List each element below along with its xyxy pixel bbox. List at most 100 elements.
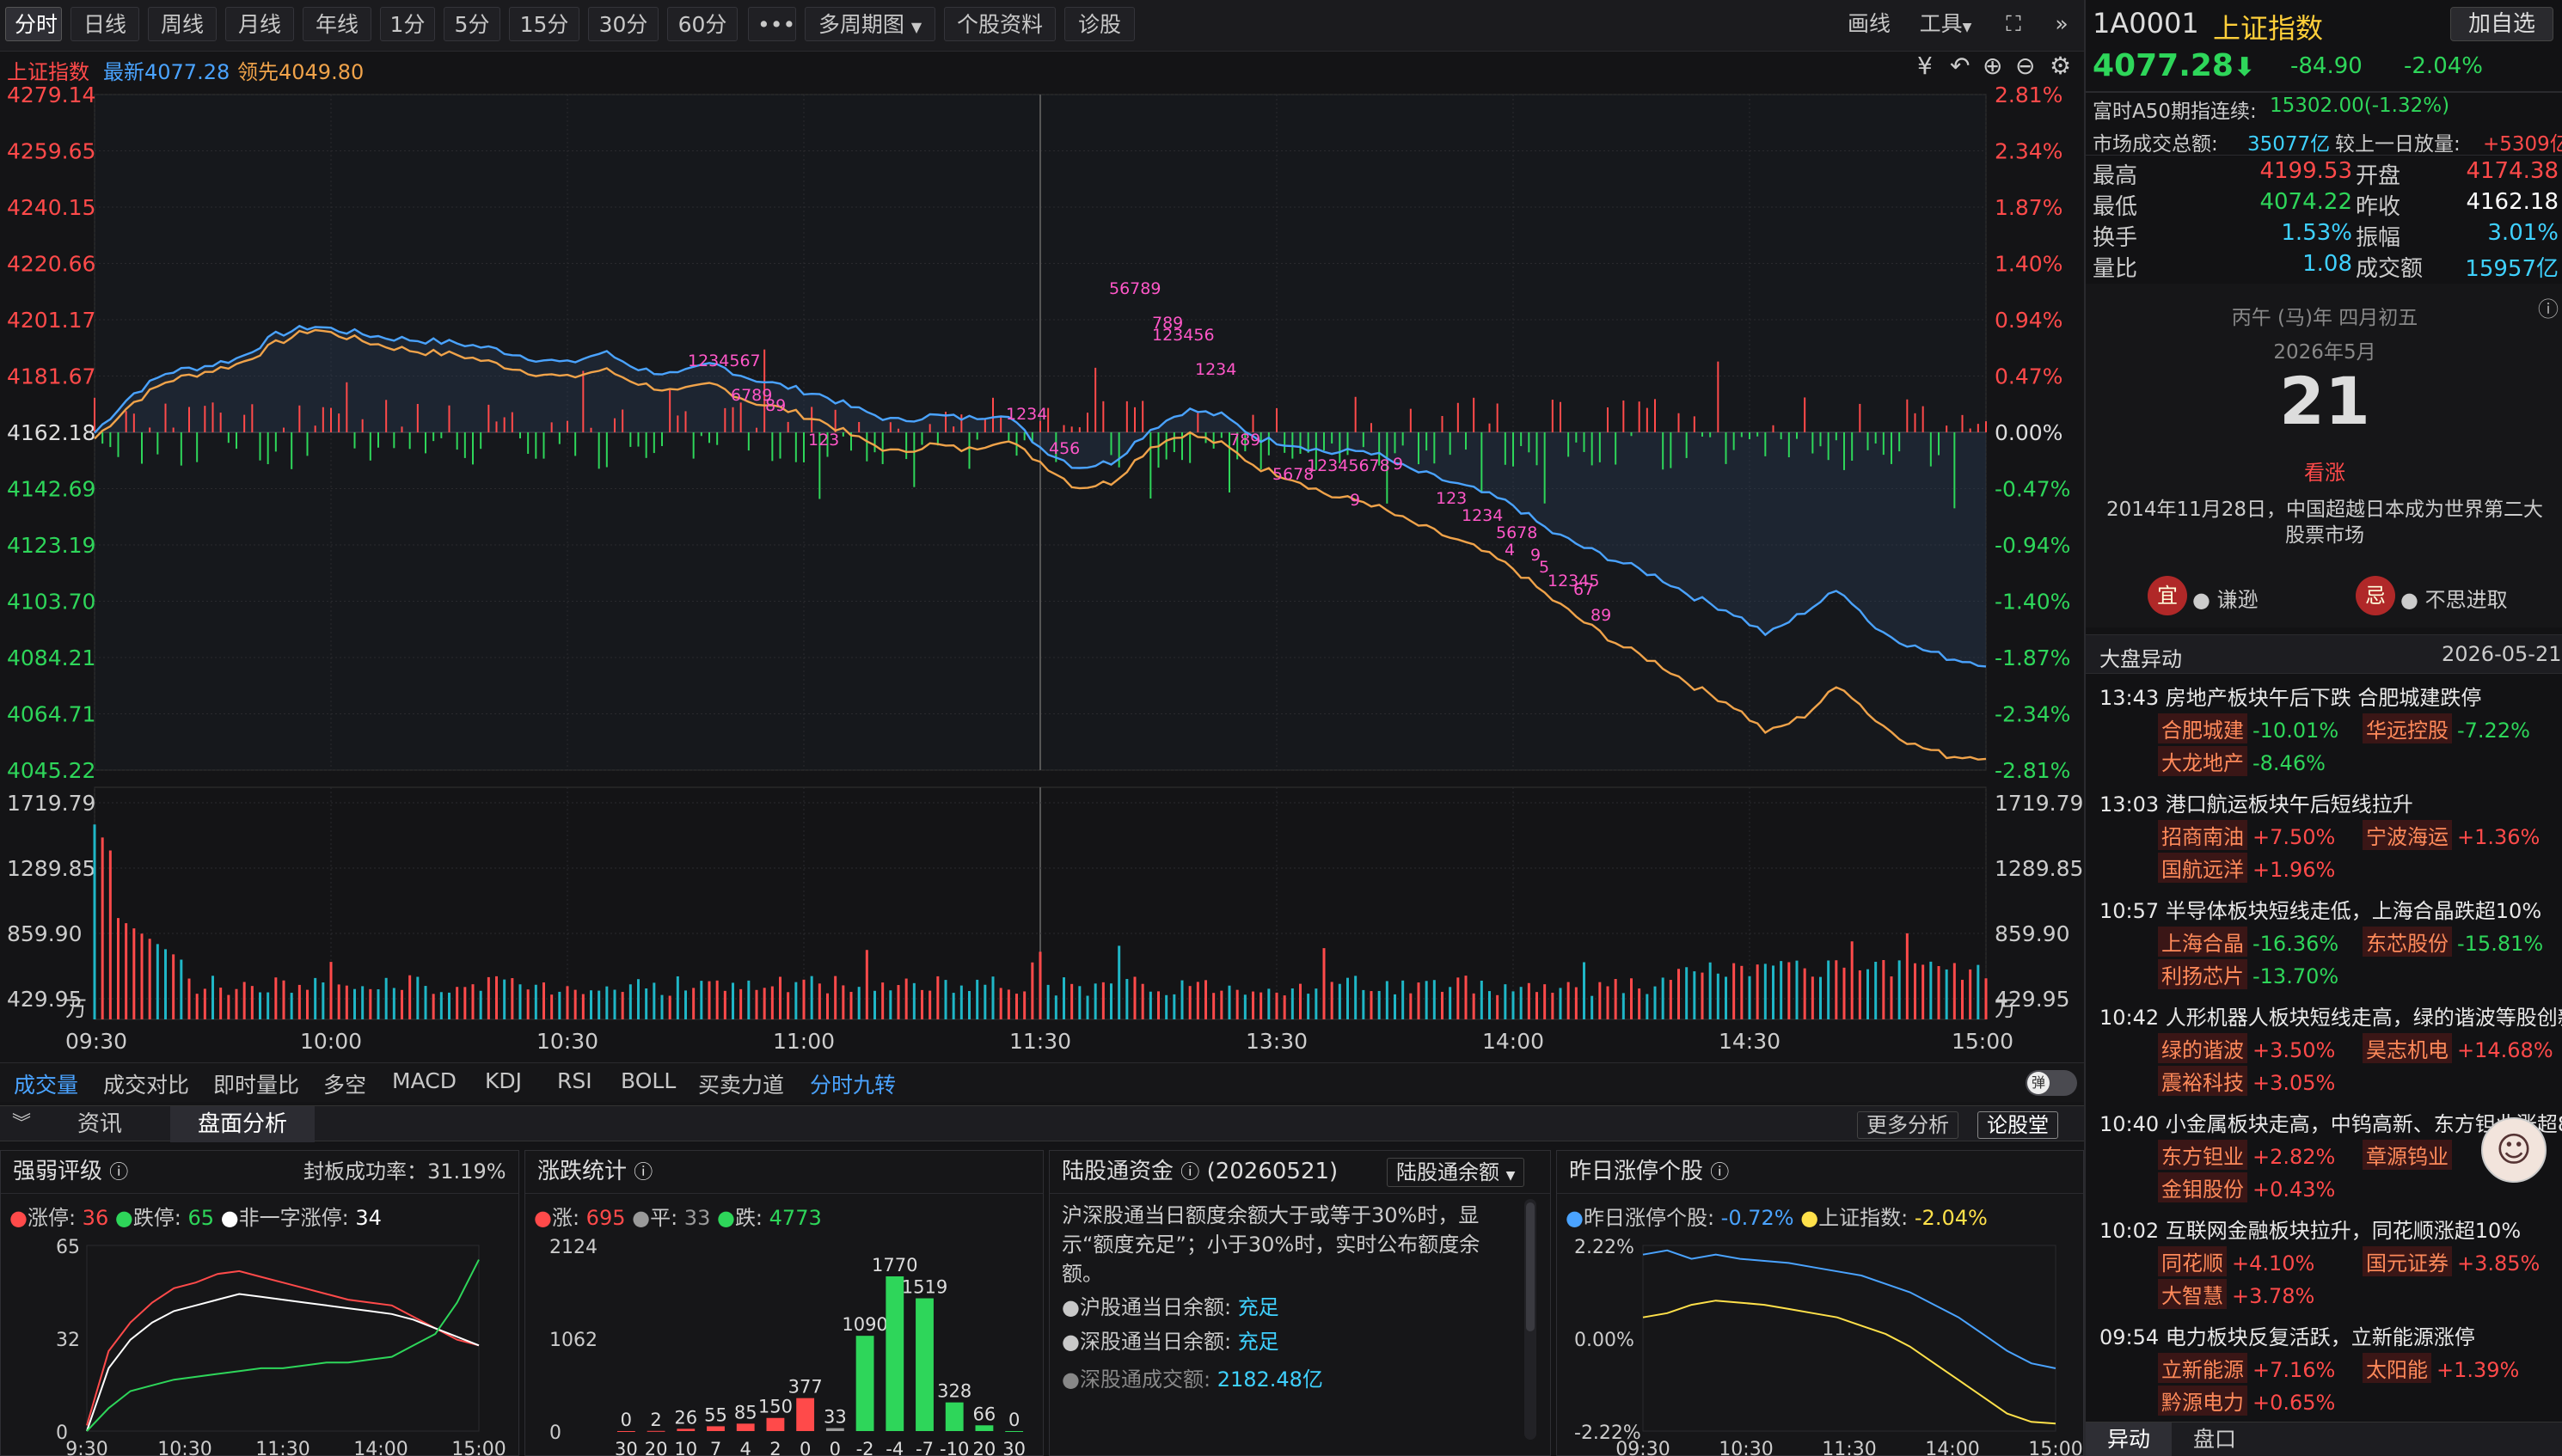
y-left-tick: 4259.65	[7, 139, 95, 164]
volume-y-left-tick: 1289.85	[7, 856, 95, 881]
news-item-title[interactable]: 10:42 人形机器人板块短线走高，绿的谐波等股创新	[2099, 1000, 2562, 1031]
news-stock-tag[interactable]: 利扬芯片 -13.70%	[2158, 959, 2338, 989]
nine-turn-label: 1234	[1462, 506, 1503, 525]
zoom-out-icon[interactable]: ⊖	[2015, 52, 2035, 80]
rmb-icon[interactable]: ¥	[1917, 52, 1933, 80]
multi-period-dropdown[interactable]: 多周期图 ▼	[805, 7, 935, 41]
news-stock-tag[interactable]: 黔源电力 +0.65%	[2158, 1386, 2335, 1416]
indicator-tab-volume-compare[interactable]: 成交对比	[103, 1068, 189, 1099]
news-stock-tag[interactable]: 大智慧 +3.78%	[2158, 1279, 2314, 1309]
tools-dropdown[interactable]: 工具▼	[1907, 7, 1984, 41]
indicator-tab-buy-sell-power[interactable]: 买卖力道	[698, 1068, 784, 1099]
period-tab-30min[interactable]: 30分	[588, 7, 659, 41]
tab-market-analysis[interactable]: 盘面分析	[170, 1106, 315, 1142]
undo-icon[interactable]: ↶	[1950, 52, 1970, 80]
indicator-tab-kdj[interactable]: KDJ	[485, 1068, 522, 1093]
period-tab-1min[interactable]: 1分	[380, 7, 435, 41]
period-tab-60min[interactable]: 60分	[667, 7, 738, 41]
period-tab-weekly[interactable]: 周线	[148, 7, 217, 41]
rise-fall-bar	[616, 1431, 635, 1432]
intraday-chart[interactable]: 4279.14 2.81% 4259.65 2.34% 4240.15 1.87% 4220…	[0, 83, 2084, 1062]
news-stock-tag[interactable]: 东方钽业 +2.82%	[2158, 1140, 2335, 1170]
period-tab-monthly[interactable]: 月线	[225, 7, 294, 41]
assistant-avatar[interactable]: ☺	[2481, 1117, 2547, 1183]
tab-news[interactable]: 资讯	[65, 1110, 134, 1139]
rise-fall-value-label: 377	[788, 1377, 823, 1398]
info-icon[interactable]: ⓘ	[2538, 292, 2559, 322]
y-left-tick: 4220.66	[7, 252, 95, 277]
rise-fall-y-tick: 1062	[549, 1330, 598, 1351]
more-dots-icon[interactable]: •••	[748, 7, 796, 41]
info-icon[interactable]: ⓘ	[634, 1162, 653, 1184]
gear-icon[interactable]: ⚙	[2050, 52, 2071, 80]
news-item-title[interactable]: 09:54 电力板块反复活跃，立新能源涨停	[2099, 1320, 2475, 1350]
hsgt-scroll-thumb[interactable]	[1526, 1202, 1535, 1331]
indicator-tab-boll[interactable]: BOLL	[621, 1068, 676, 1093]
news-stock-tag[interactable]: 立新能源 +7.16%	[2158, 1353, 2335, 1383]
tab-order-book[interactable]: 盘口	[2172, 1422, 2258, 1456]
news-item-title[interactable]: 10:57 半导体板块短线走低，上海合晶跌超10%	[2099, 894, 2541, 924]
news-stock-tag[interactable]: 太阳能 +1.39%	[2363, 1353, 2519, 1383]
news-stock-tag[interactable]: 金钼股份 +0.43%	[2158, 1172, 2335, 1202]
news-stock-name: 同花顺	[2158, 1246, 2227, 1276]
news-stock-tag[interactable]: 国元证券 +3.85%	[2363, 1246, 2540, 1276]
indicator-tab-macd[interactable]: MACD	[392, 1068, 457, 1093]
news-stock-tag[interactable]: 华远控股 -7.22%	[2363, 713, 2530, 743]
indicator-tab-volume-ratio[interactable]: 即时量比	[213, 1068, 299, 1099]
nine-turn-label: 123	[1436, 489, 1467, 508]
diagnose-button[interactable]: 诊股	[1064, 7, 1135, 41]
news-item-title[interactable]: 13:43 房地产板块午后下跌 合肥城建跌停	[2099, 681, 2481, 711]
double-chevron-down-icon[interactable]: ︾	[0, 1110, 43, 1139]
info-icon[interactable]: ⓘ	[1180, 1162, 1199, 1184]
period-tab-15min[interactable]: 15分	[509, 7, 579, 41]
stock-info-button[interactable]: 个股资料	[944, 7, 1056, 41]
legend-limit-down-value: 65	[187, 1206, 215, 1230]
period-tab-yearly[interactable]: 年线	[303, 7, 371, 41]
news-stock-pct: +1.96%	[2252, 858, 2336, 882]
news-item-title[interactable]: 13:03 港口航运板块午后短线拉升	[2099, 787, 2413, 817]
zoom-in-icon[interactable]: ⊕	[1983, 52, 2002, 80]
nine-turn-label: 1234	[1006, 405, 1047, 424]
news-stock-tag[interactable]: 合肥城建 -10.01%	[2158, 713, 2338, 743]
news-item-title[interactable]: 10:02 互联网金融板块拉升，同花顺涨超10%	[2099, 1214, 2521, 1244]
rise-fall-value-label: 0	[621, 1410, 632, 1430]
hsgt-deal-label: 深股通成交额:	[1079, 1367, 1211, 1392]
volume-y-left-tick: 1719.79	[7, 791, 95, 816]
hsgt-scrollbar[interactable]	[1524, 1199, 1536, 1440]
news-stock-tag[interactable]: 绿的谐波 +3.50%	[2158, 1033, 2335, 1063]
period-tab-daily[interactable]: 日线	[70, 7, 139, 41]
news-stock-tag[interactable]: 上海合晶 -16.36%	[2158, 927, 2338, 957]
tab-abnormal[interactable]: 异动	[2086, 1422, 2172, 1456]
legend-dot: ●	[1566, 1206, 1584, 1230]
fullscreen-icon[interactable]: ⛶	[1993, 7, 2034, 41]
indicator-tab-long-short[interactable]: 多空	[323, 1068, 366, 1099]
period-tab-intraday[interactable]: 分时	[5, 7, 62, 41]
hsgt-title: 陆股通资金	[1062, 1159, 1174, 1184]
news-stock-tag[interactable]: 东芯股份 -15.81%	[2363, 927, 2543, 957]
more-analysis-button[interactable]: 更多分析	[1857, 1111, 1958, 1139]
info-icon[interactable]: ⓘ	[109, 1162, 128, 1184]
news-stock-tag[interactable]: 章源钨业	[2363, 1140, 2457, 1170]
double-chevron-right-icon[interactable]: »	[2043, 7, 2081, 41]
draw-line-button[interactable]: 画线	[1835, 7, 1903, 41]
news-stock-tag[interactable]: 国航远洋 +1.96%	[2158, 853, 2335, 883]
intraday-chart-area[interactable]: 4279.14 2.81% 4259.65 2.34% 4240.15 1.87% 4220…	[0, 83, 2084, 1062]
news-stock-tag[interactable]: 震裕科技 +3.05%	[2158, 1066, 2335, 1096]
y-right-tick: 2.81%	[1995, 83, 2062, 107]
indicator-tab-volume[interactable]: 成交量	[14, 1068, 78, 1099]
news-stock-tag[interactable]: 宁波海运 +1.36%	[2363, 820, 2540, 850]
news-stock-tag[interactable]: 昊志机电 +14.68%	[2363, 1033, 2553, 1063]
indicator-tab-rsi[interactable]: RSI	[557, 1068, 592, 1093]
nine-turn-label: 456	[1049, 439, 1080, 458]
popup-toggle[interactable]: 弹	[2026, 1070, 2077, 1096]
news-stock-tag[interactable]: 同花顺 +4.10%	[2158, 1246, 2314, 1276]
info-icon[interactable]: ⓘ	[1710, 1162, 1729, 1184]
forum-button[interactable]: 论股堂	[1977, 1111, 2058, 1139]
news-stock-tag[interactable]: 招商南油 +7.50%	[2158, 820, 2335, 850]
rise-fall-panel: 涨跌统计 ⓘ ●涨: 695 ●平: 33 ●跌: 4773 2124 1062 0…	[524, 1150, 1044, 1456]
news-stock-tag[interactable]: 大龙地产 -8.46%	[2158, 746, 2326, 776]
indicator-tab-nine-turn[interactable]: 分时九转	[810, 1068, 896, 1099]
add-watchlist-button[interactable]: 加自选	[2450, 7, 2553, 41]
hsgt-select[interactable]: 陆股通余额 ▼	[1387, 1158, 1525, 1187]
period-tab-5min[interactable]: 5分	[444, 7, 500, 41]
